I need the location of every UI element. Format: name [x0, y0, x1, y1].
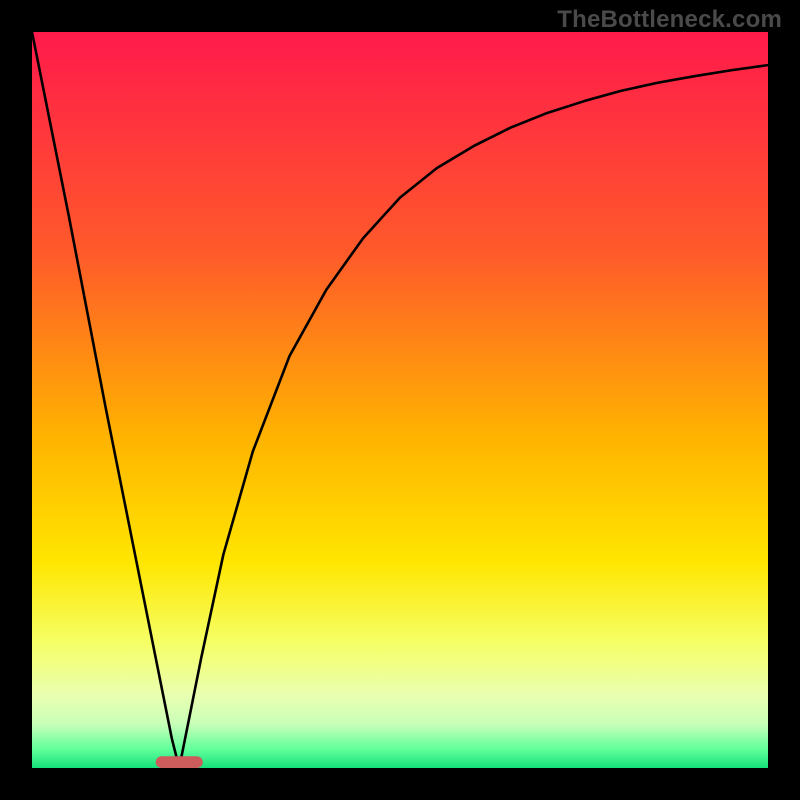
- gradient-background: [32, 32, 768, 768]
- optimum-marker: [156, 756, 203, 768]
- chart-svg: [32, 32, 768, 768]
- watermark-text: TheBottleneck.com: [557, 6, 782, 34]
- chart-frame: TheBottleneck.com: [0, 0, 800, 800]
- plot-area: [32, 32, 768, 768]
